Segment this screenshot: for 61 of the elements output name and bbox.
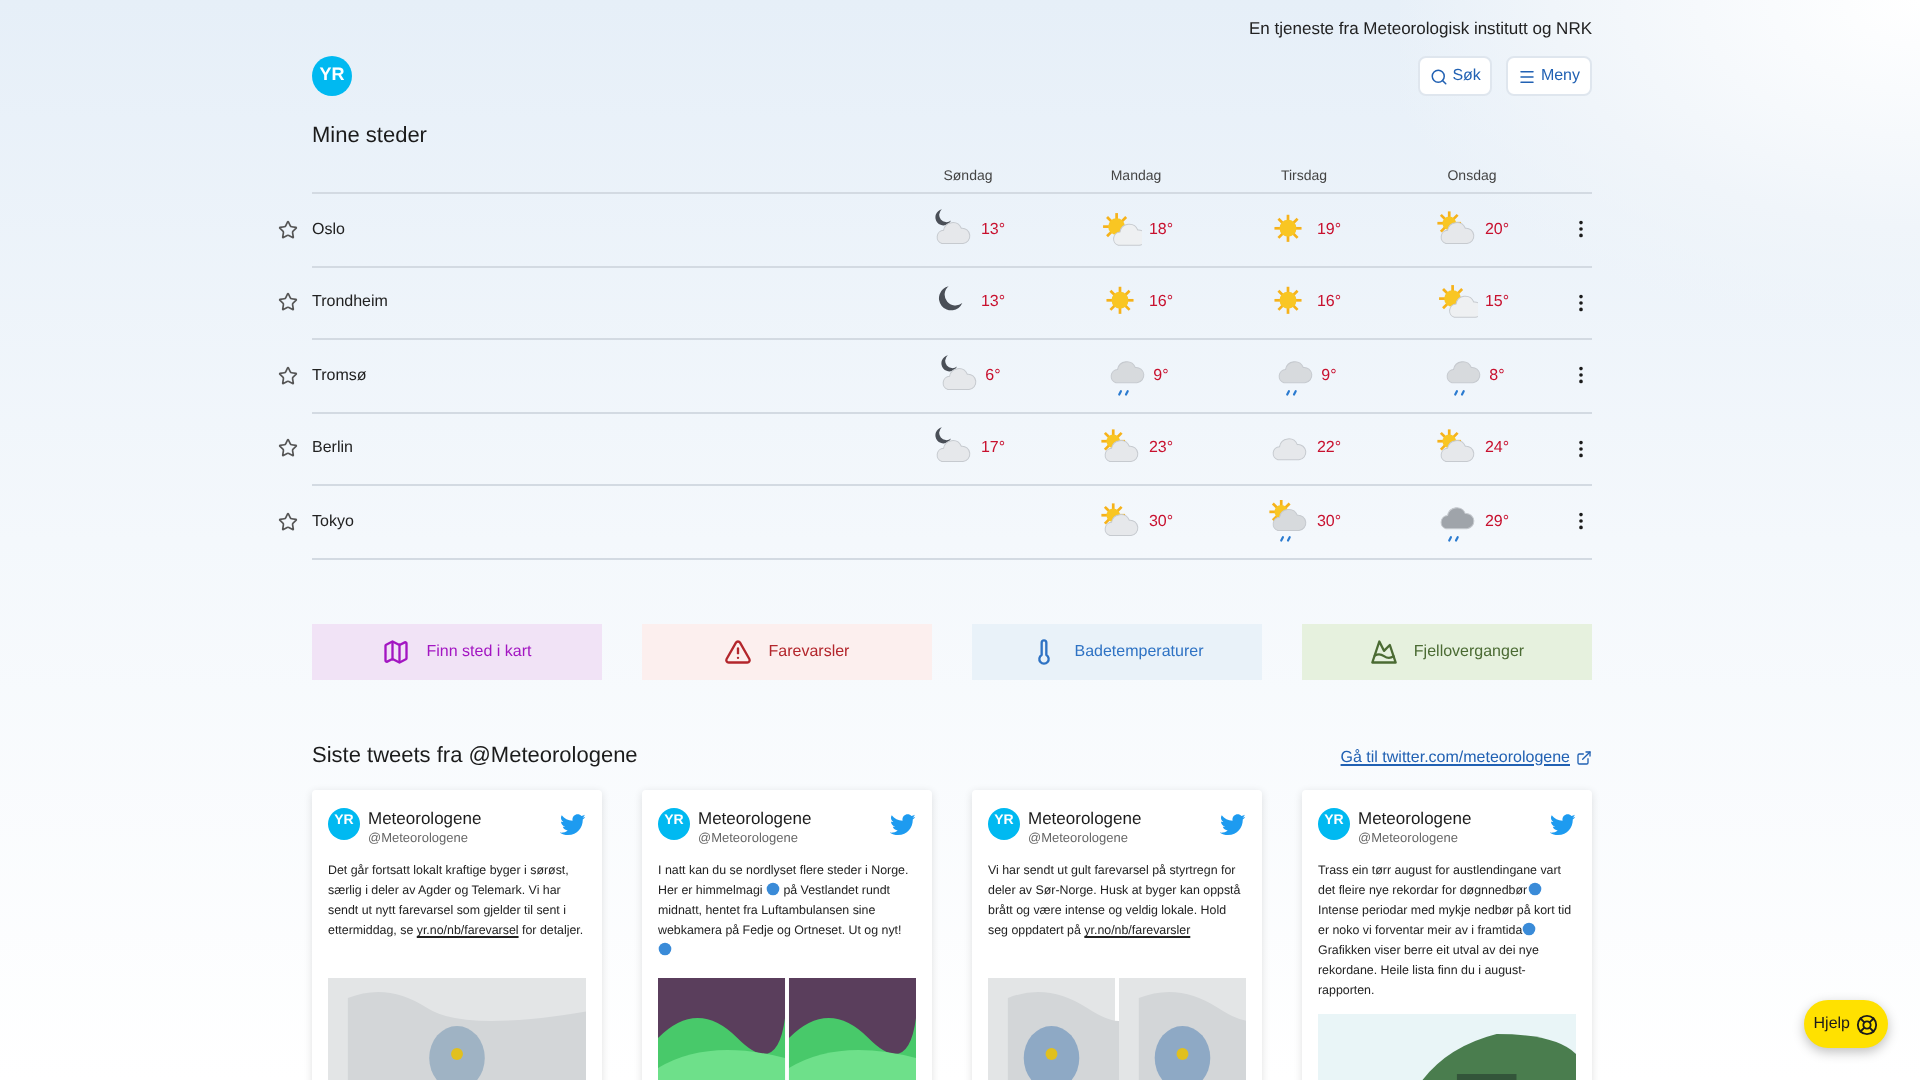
place-name[interactable]: Tokyo	[312, 509, 354, 534]
menu-icon	[1518, 67, 1537, 85]
search-icon	[1430, 67, 1449, 85]
temperature: 24°	[1484, 436, 1510, 461]
temperature: 16°	[1148, 290, 1174, 315]
menu-button[interactable]: Meny	[1506, 56, 1592, 96]
map-icon	[382, 637, 411, 665]
tweet-author: Meteorologene	[368, 807, 484, 827]
bird-icon	[1220, 813, 1246, 835]
temperature: 13°	[980, 217, 1006, 242]
mountain-icon	[1369, 637, 1398, 665]
temperature: 17°	[980, 436, 1006, 461]
favorite-star-icon[interactable]	[278, 511, 298, 532]
external-link-icon	[1576, 749, 1592, 765]
temperature: 23°	[1148, 436, 1174, 461]
tweet-author: Meteorologene	[698, 807, 814, 827]
temperature: 22°	[1316, 436, 1342, 461]
favorite-star-icon[interactable]	[278, 438, 298, 459]
temperature: 19°	[1316, 217, 1342, 242]
tweet-author: Meteorologene	[1358, 807, 1474, 827]
favorite-star-icon[interactable]	[278, 365, 298, 386]
temperature: 30°	[1148, 509, 1174, 534]
place-name[interactable]: Tromsø	[312, 363, 367, 388]
warning-icon	[724, 637, 753, 665]
twitter-link[interactable]: Gå til twitter.com/meteorologene	[1340, 745, 1592, 769]
place-name[interactable]: Trondheim	[312, 290, 388, 315]
place-name[interactable]: Oslo	[312, 217, 345, 242]
bird-icon	[890, 813, 916, 835]
help-button[interactable]: Hjelp	[1803, 1000, 1888, 1048]
emoji-icon	[1522, 922, 1537, 937]
temperature: 20°	[1484, 217, 1510, 242]
temperature: 15°	[1484, 290, 1510, 315]
emoji-icon	[765, 882, 780, 897]
temperature: 16°	[1316, 290, 1342, 315]
search-button[interactable]: Søk	[1418, 56, 1493, 96]
temperature: 8°	[1489, 363, 1505, 388]
section-title: Mine steder	[312, 122, 429, 148]
temperature: 9°	[1153, 363, 1169, 388]
weather-icon	[1266, 499, 1311, 544]
section-title: Siste tweets fra @Meteorologene	[312, 742, 638, 773]
tagline: En tjeneste fra Meteorologisk institutt og NRK	[1249, 16, 1592, 42]
quick-link[interactable]: Fjelloverganger	[1302, 623, 1592, 679]
temperature: 6°	[985, 363, 1001, 388]
emoji-icon	[658, 942, 672, 957]
weather-icon	[1098, 207, 1143, 252]
temperature: 30°	[1316, 509, 1342, 534]
favorite-star-icon[interactable]	[278, 292, 298, 313]
emoji-icon	[1527, 882, 1542, 897]
favorite-star-icon[interactable]	[278, 219, 298, 240]
quick-link[interactable]: Badetemperaturer	[972, 623, 1262, 679]
temperature: 13°	[980, 290, 1006, 315]
quick-link[interactable]: Farevarsler	[642, 623, 932, 679]
place-name[interactable]: Berlin	[312, 436, 353, 461]
tweet-author: Meteorologene	[1028, 807, 1144, 827]
bird-icon	[560, 813, 586, 835]
temperature: 29°	[1484, 509, 1510, 534]
quick-link[interactable]: Finn sted i kart	[312, 623, 602, 679]
lifebuoy-icon	[1856, 1013, 1878, 1035]
temperature: 9°	[1321, 363, 1337, 388]
bird-icon	[1550, 813, 1576, 835]
temperature: 18°	[1148, 217, 1174, 242]
